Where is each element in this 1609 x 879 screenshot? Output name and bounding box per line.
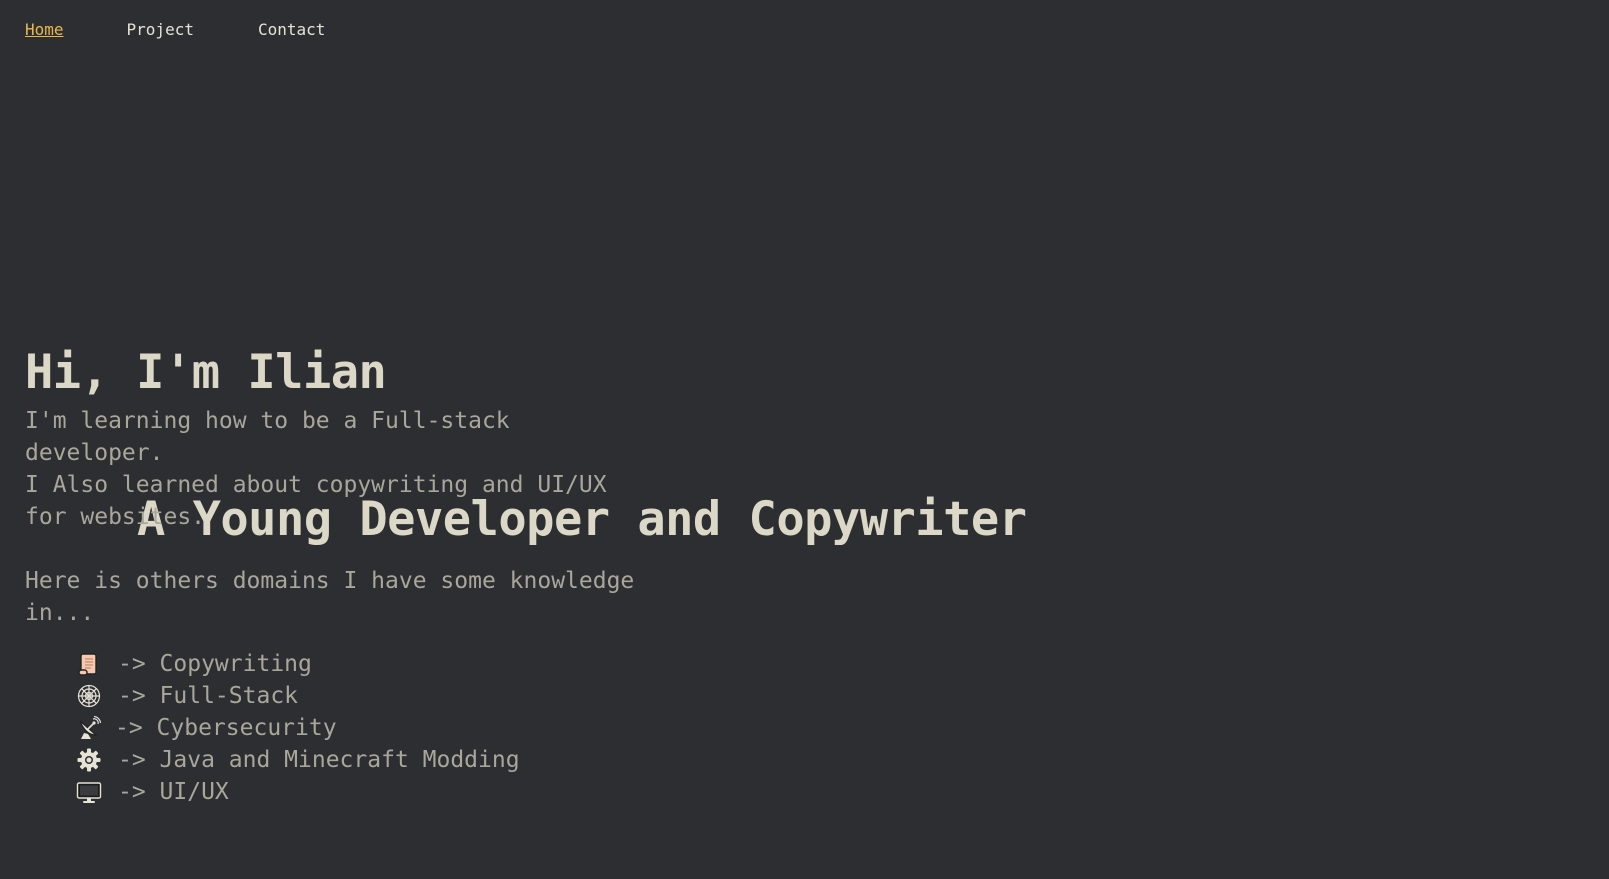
domain-item-cybersecurity: -> Cybersecurity: [76, 712, 520, 744]
domain-label-java-minecraft: -> Java and Minecraft Modding: [118, 747, 520, 773]
top-navigation: Home Project Contact: [25, 20, 388, 39]
domain-label-copywriting: -> Copywriting: [118, 651, 312, 677]
scroll-icon: [76, 651, 102, 677]
nav-link-contact[interactable]: Contact: [258, 20, 325, 39]
about-intro-copywriting: I Also learned about copywriting and UI/…: [25, 472, 607, 530]
domains-intro: Here is others domains I have some knowl…: [25, 568, 635, 626]
domain-label-fullstack: -> Full-Stack: [118, 683, 299, 709]
gear-icon: [76, 747, 102, 773]
domain-item-copywriting: -> Copywriting: [76, 648, 520, 680]
about-section: I'm learning how to be a Full-stack deve…: [25, 405, 665, 629]
nav-link-project[interactable]: Project: [127, 20, 194, 39]
domain-list: -> Copywriting -> Full-Stack -> Cybersec…: [76, 648, 520, 808]
nav-link-home[interactable]: Home: [25, 20, 64, 39]
desktop-computer-icon: [76, 779, 102, 805]
domain-item-uiux: -> UI/UX: [76, 776, 520, 808]
domain-item-java-minecraft: -> Java and Minecraft Modding: [76, 744, 520, 776]
domain-label-uiux: -> UI/UX: [118, 779, 229, 805]
domain-item-fullstack: -> Full-Stack: [76, 680, 520, 712]
domain-label-cybersecurity: -> Cybersecurity: [115, 715, 337, 741]
hero-greeting: Hi, I'm Ilian: [25, 345, 387, 400]
satellite-antenna-icon: [76, 715, 102, 741]
about-intro-fullstack: I'm learning how to be a Full-stack deve…: [25, 408, 510, 466]
spiderweb-icon: [76, 683, 102, 709]
